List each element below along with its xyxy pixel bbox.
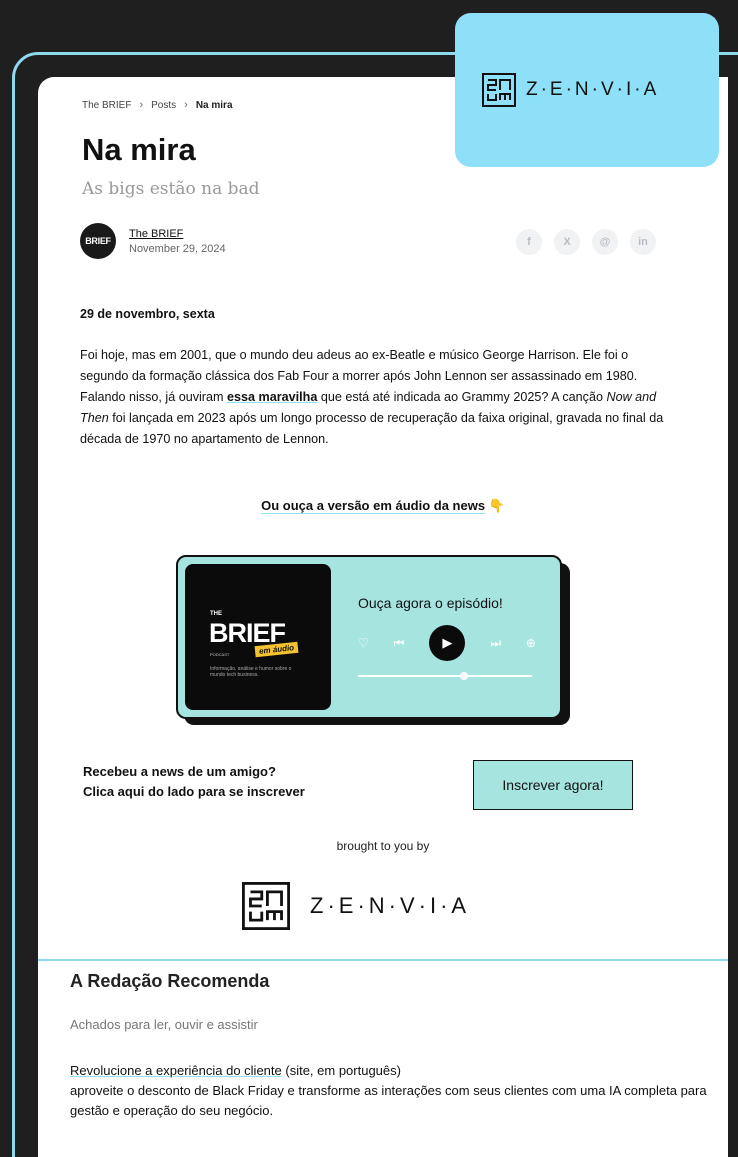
cover-kind: PODCAST	[210, 652, 230, 657]
breadcrumb-current: Na mira	[195, 99, 233, 111]
breadcrumb: The BRIEF › Posts › Na mira	[82, 99, 233, 111]
pointing-down-icon: 👇	[488, 498, 505, 513]
subscribe-line-1: Recebeu a news de um amigo?	[83, 764, 276, 779]
cover-description: Informação, análise e humor sobre o mund…	[210, 666, 292, 678]
recommend-item-note: (site, em português)	[281, 1063, 401, 1078]
heart-icon[interactable]: ♡	[358, 636, 369, 650]
player-controls: ♡ ⏮ ▶ ⏭ ⊕	[358, 625, 536, 661]
skip-forward-icon[interactable]: ⏭	[490, 636, 501, 651]
sponsor-wordmark: Z·E·N·V·I·A	[310, 893, 471, 918]
progress-knob[interactable]	[460, 672, 468, 680]
recommend-item-description: aproveite o desconto de Black Friday e t…	[70, 1083, 707, 1118]
zenvia-logo-icon	[242, 882, 290, 930]
x-icon[interactable]: X	[554, 229, 580, 255]
chevron-right-icon: ›	[139, 99, 144, 111]
breadcrumb-item-home[interactable]: The BRIEF	[82, 100, 131, 111]
zenvia-logo-wordmark: Z·E·N·V·I·A	[526, 79, 660, 100]
subscribe-button[interactable]: Inscrever agora!	[473, 760, 633, 810]
player-title: Ouça agora o episódio!	[358, 595, 503, 611]
threads-icon[interactable]: @	[592, 229, 618, 255]
chevron-right-icon: ›	[184, 99, 188, 111]
page-title: Na mira	[82, 132, 196, 167]
sponsor-logo[interactable]: Z·E·N·V·I·A	[242, 882, 470, 930]
play-icon: ▶	[442, 635, 453, 650]
subscribe-line-2: Clica aqui do lado para se inscrever	[83, 784, 305, 799]
subscribe-prompt: Recebeu a news de um amigo? Clica aqui d…	[83, 762, 305, 802]
play-button[interactable]: ▶	[429, 625, 466, 661]
cover-the: THE	[210, 611, 222, 617]
author-row: BRIEF The BRIEF November 29, 2024	[80, 223, 226, 259]
zenvia-logo-badge[interactable]: Z·E·N·V·I·A	[455, 13, 719, 167]
recommend-item: Revolucione a experiência do cliente (si…	[70, 1061, 720, 1121]
publish-date: November 29, 2024	[129, 242, 226, 255]
audio-version-link[interactable]: Ou ouça a versão em áudio da news	[261, 498, 486, 514]
audio-version-cta: Ou ouça a versão em áudio da news 👇	[38, 498, 728, 514]
author-name-link[interactable]: The BRIEF	[129, 228, 226, 240]
author-meta: The BRIEF November 29, 2024	[129, 228, 226, 255]
facebook-icon[interactable]: f	[516, 229, 542, 255]
progress-track[interactable]	[358, 672, 532, 680]
linkedin-icon[interactable]: in	[630, 229, 656, 255]
essa-maravilha-link[interactable]: essa maravilha	[227, 390, 317, 404]
recommends-title: A Redação Recomenda	[70, 971, 270, 991]
share-plus-icon[interactable]: ⊕	[526, 636, 536, 650]
podcast-cover[interactable]: THE BRIEF em áudio PODCAST Informação, a…	[185, 564, 331, 710]
brought-to-you-by: brought to you by	[336, 839, 430, 853]
podcast-player: THE BRIEF em áudio PODCAST Informação, a…	[176, 555, 562, 719]
section-divider	[38, 959, 728, 961]
recommends-subtitle: Achados para ler, ouvir e assistir	[70, 1017, 258, 1032]
date-heading: 29 de novembro, sexta	[80, 307, 215, 321]
breadcrumb-item-posts[interactable]: Posts	[151, 100, 176, 111]
zenvia-logo-icon	[482, 73, 516, 107]
intro-paragraph: Foi hoje, mas em 2001, que o mundo deu a…	[80, 345, 670, 450]
share-buttons: f X @ in	[516, 229, 656, 255]
recommend-item-link[interactable]: Revolucione a experiência do cliente	[70, 1063, 282, 1078]
intro-text-c: foi lançada em 2023 após um longo proces…	[80, 411, 664, 446]
skip-back-icon[interactable]: ⏮	[394, 636, 405, 651]
post-body: 29 de novembro, sexta Foi hoje, mas em 2…	[80, 304, 670, 450]
intro-text-b: que está até indicada ao Grammy 2025? A …	[317, 390, 607, 404]
page-subtitle: As bigs estão na bad	[82, 179, 260, 199]
newsletter-card: The BRIEF › Posts › Na mira Na mira As b…	[38, 77, 728, 1157]
avatar[interactable]: BRIEF	[80, 223, 116, 259]
